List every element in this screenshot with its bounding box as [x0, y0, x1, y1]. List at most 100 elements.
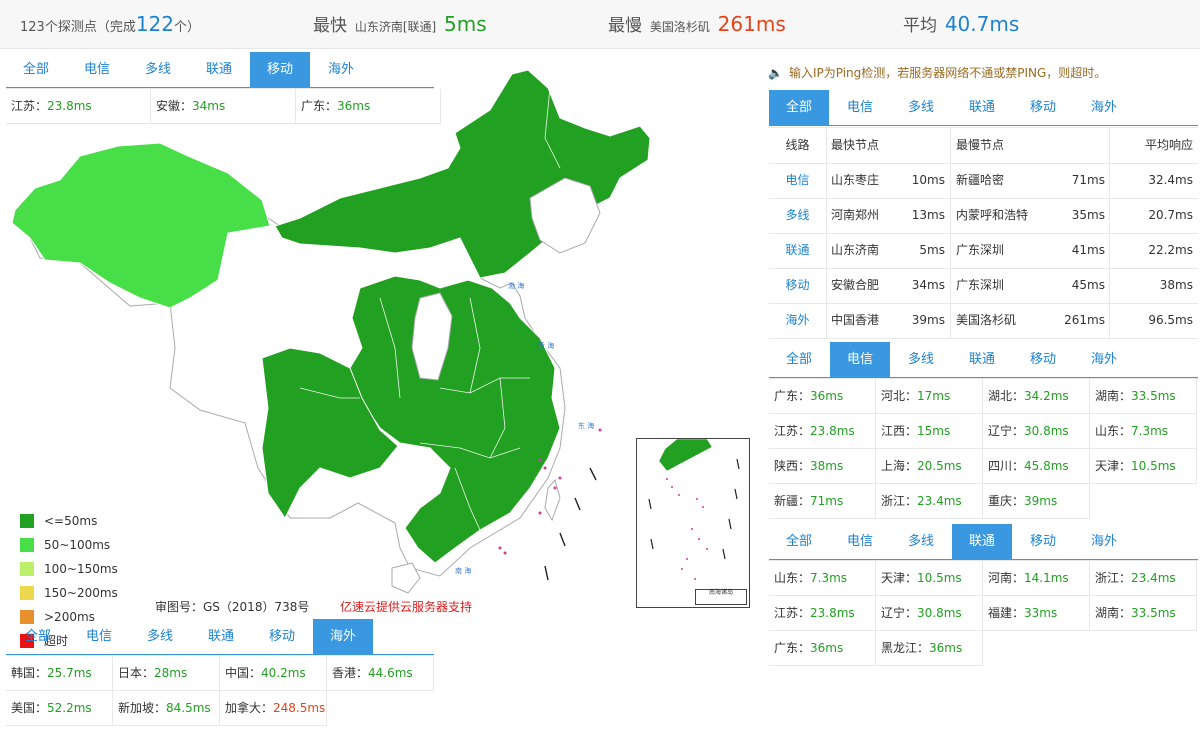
region-latency: 33ms	[1024, 606, 1058, 620]
slowest-node: 美国洛杉矶	[649, 20, 710, 34]
tab-unicom[interactable]: 联通	[952, 342, 1012, 377]
tab-overseas[interactable]: 海外	[1074, 342, 1134, 377]
legend-label: 100~150ms	[44, 562, 118, 576]
region-latency: 28ms	[154, 666, 188, 680]
tab-telecom[interactable]: 电信	[830, 90, 890, 125]
slowest-latency: 71ms	[1071, 173, 1105, 187]
region-result: 湖南：33.5ms	[1090, 596, 1197, 631]
sea-label-yellow: 黄 海	[538, 341, 554, 350]
region-name: 新加坡：	[118, 701, 167, 715]
region-result: 四川：45.8ms	[983, 449, 1090, 484]
region-name: 江苏：	[774, 424, 811, 438]
legend-label: 150~200ms	[44, 586, 118, 600]
tab-unicom[interactable]: 联通	[191, 619, 251, 654]
tab-telecom[interactable]: 电信	[69, 619, 129, 654]
region-name: 辽宁：	[988, 424, 1025, 438]
region-result: 湖北：34.2ms	[983, 379, 1090, 414]
map-region-taiwan	[544, 478, 561, 522]
region-result: 河北：17ms	[876, 379, 983, 414]
tab-multiline[interactable]: 多线	[891, 342, 951, 377]
tab-all[interactable]: 全部	[769, 90, 829, 125]
average-latency: 20.7ms	[1148, 208, 1193, 222]
tab-overseas[interactable]: 海外	[1074, 90, 1134, 125]
region-result: 江苏：23.8ms	[769, 596, 876, 631]
region-latency: 34.2ms	[1024, 389, 1069, 403]
slowest-node: 内蒙呼和浩特	[956, 208, 1029, 222]
region-name: 山东：	[774, 571, 811, 585]
region-latency: 33.5ms	[1131, 389, 1176, 403]
region-latency: 20.5ms	[917, 459, 962, 473]
south-china-sea-inset: 南海诸岛	[636, 438, 750, 608]
average-value: 40.7ms	[944, 12, 1020, 36]
region-name: 新疆：	[774, 494, 811, 508]
region-latency: 71ms	[810, 494, 844, 508]
line-name[interactable]: 联通	[769, 233, 827, 268]
tab-mobile[interactable]: 移动	[1013, 90, 1073, 125]
tab-telecom[interactable]: 电信	[830, 342, 890, 377]
legend-swatch	[20, 586, 34, 600]
region-result: 湖南：33.5ms	[1090, 379, 1197, 414]
region-name: 香港：	[332, 666, 369, 680]
region-result: 浙江：23.4ms	[1090, 561, 1197, 596]
inset-scale-box: 南海诸岛	[695, 589, 747, 605]
region-name: 湖北：	[988, 389, 1025, 403]
tab-telecom[interactable]: 电信	[830, 524, 890, 559]
table-row: 联通 山东济南 5ms 广东深圳 41ms 22.2ms	[769, 233, 1198, 269]
slowest-latency: 35ms	[1071, 208, 1105, 222]
tab-unicom[interactable]: 联通	[952, 524, 1012, 559]
legend-swatch	[20, 514, 34, 528]
sea-label-bohai: 渤 海	[508, 281, 524, 290]
average-summary: 平均 40.7ms	[903, 0, 1019, 48]
tab-all[interactable]: 全部	[769, 524, 829, 559]
map-approval-number: 审图号：GS（2018）738号	[155, 600, 310, 614]
column-divider	[950, 128, 951, 163]
fastest-label: 最快	[313, 16, 347, 36]
average-latency: 96.5ms	[1148, 313, 1193, 327]
tab-mobile[interactable]: 移动	[1013, 342, 1073, 377]
column-divider	[950, 268, 951, 303]
sponsor-link[interactable]: 亿速云提供云服务器支持	[340, 598, 472, 615]
column-header: 线路	[769, 128, 827, 163]
slowest-value: 261ms	[717, 12, 786, 36]
legend-swatch	[20, 538, 34, 552]
column-divider	[1109, 268, 1110, 303]
region-latency: 30.8ms	[917, 606, 962, 620]
probe-count-suffix: 个）	[174, 20, 201, 35]
region-result: 中国：40.2ms	[220, 656, 327, 691]
line-name[interactable]: 多线	[769, 198, 827, 233]
region-result: 上海：20.5ms	[876, 449, 983, 484]
region-name: 湖南：	[1095, 389, 1132, 403]
tab-mobile[interactable]: 移动	[252, 619, 312, 654]
tab-unicom[interactable]: 联通	[952, 90, 1012, 125]
region-result: 浙江：23.4ms	[876, 484, 983, 519]
fastest-latency: 34ms	[911, 278, 945, 292]
fastest-latency: 10ms	[911, 173, 945, 187]
summary-bar: 123个探测点（完成122个） 最快 山东济南[联通] 5ms 最慢 美国洛杉矶…	[0, 0, 1200, 49]
tab-overseas[interactable]: 海外	[1074, 524, 1134, 559]
region-latency: 10.5ms	[917, 571, 962, 585]
tab-all[interactable]: 全部	[8, 619, 68, 654]
tab-multiline[interactable]: 多线	[891, 524, 951, 559]
tab-multiline[interactable]: 多线	[891, 90, 951, 125]
slowest-label: 最慢	[608, 16, 642, 36]
tab-all[interactable]: 全部	[769, 342, 829, 377]
tab-multiline[interactable]: 多线	[130, 619, 190, 654]
region-name: 山东：	[1095, 424, 1132, 438]
slowest-latency: 41ms	[1071, 243, 1105, 257]
region-result: 日本：28ms	[113, 656, 220, 691]
line-name[interactable]: 电信	[769, 163, 827, 198]
region-name: 重庆：	[988, 494, 1025, 508]
tab-mobile[interactable]: 移动	[1013, 524, 1073, 559]
line-name[interactable]: 海外	[769, 303, 827, 338]
region-name: 河南：	[988, 571, 1025, 585]
region-name: 美国：	[11, 701, 48, 715]
line-name[interactable]: 移动	[769, 268, 827, 303]
tab-overseas[interactable]: 海外	[313, 619, 373, 654]
probe-count-prefix: 123个探测点（完成	[20, 20, 136, 35]
region-result: 江苏：23.8ms	[769, 414, 876, 449]
telecom-tabs: 全部 电信 多线 联通 移动 海外	[769, 342, 1198, 378]
region-latency: 15ms	[917, 424, 951, 438]
region-result: 香港：44.6ms	[327, 656, 434, 691]
slowest-summary: 最慢 美国洛杉矶 261ms	[608, 0, 786, 48]
region-latency: 45.8ms	[1024, 459, 1069, 473]
